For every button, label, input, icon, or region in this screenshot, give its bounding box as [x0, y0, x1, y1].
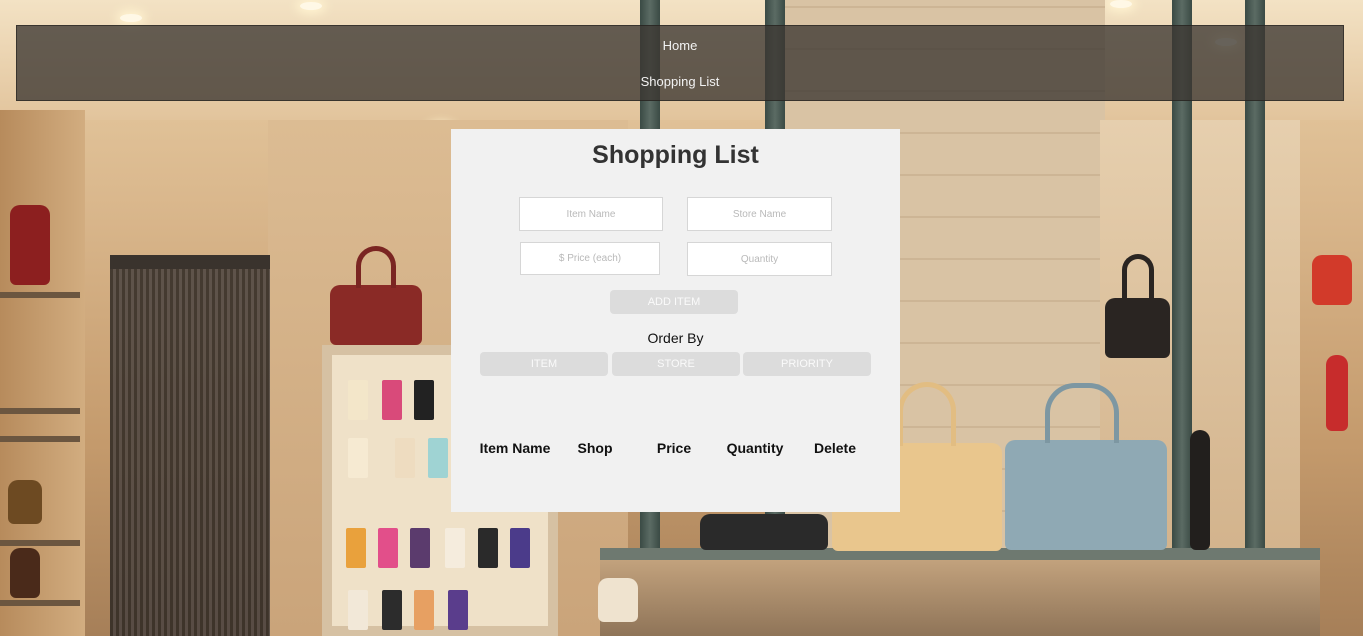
column-header-price: Price: [656, 440, 692, 456]
order-by-store-button[interactable]: STORE: [612, 352, 740, 376]
order-by-label: Order By: [647, 330, 704, 346]
nav-link-home[interactable]: Home: [17, 38, 1343, 53]
item-name-input[interactable]: [519, 197, 663, 231]
top-navbar: Home Shopping List: [16, 25, 1344, 101]
price-input[interactable]: [520, 242, 660, 275]
column-header-shop: Shop: [577, 440, 613, 456]
order-by-item-button[interactable]: ITEM: [480, 352, 608, 376]
page-title: Shopping List: [592, 141, 759, 169]
column-header-quantity: Quantity: [726, 440, 784, 456]
column-header-delete: Delete: [813, 440, 857, 456]
shopping-list-panel: Shopping List ADD ITEM Order By ITEM STO…: [451, 129, 900, 512]
column-header-item-name: Item Name: [479, 440, 551, 456]
order-by-priority-button[interactable]: PRIORITY: [743, 352, 871, 376]
quantity-input[interactable]: [687, 242, 832, 276]
add-item-button[interactable]: ADD ITEM: [610, 290, 738, 314]
nav-link-shopping-list[interactable]: Shopping List: [17, 74, 1343, 89]
store-name-input[interactable]: [687, 197, 832, 231]
